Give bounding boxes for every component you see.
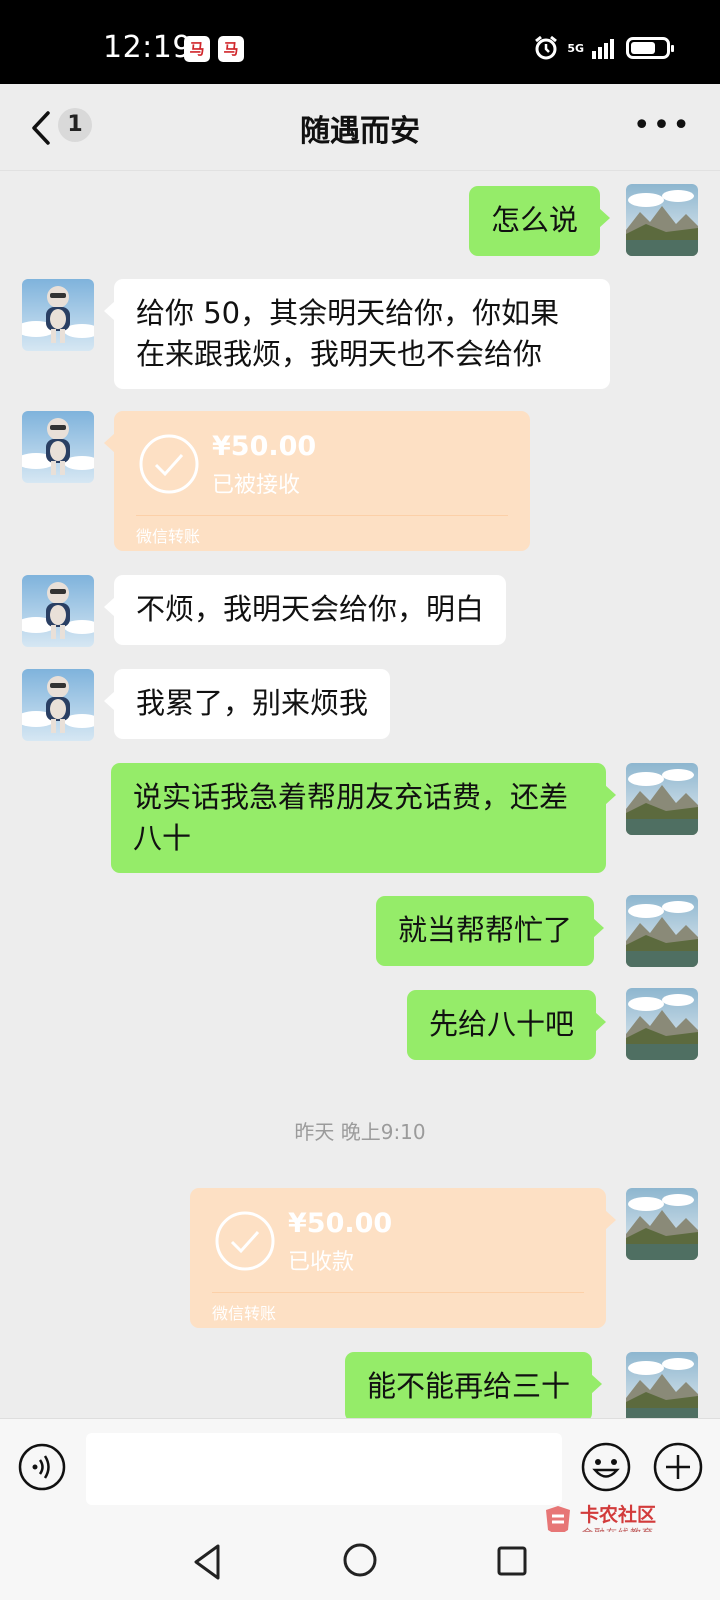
transfer-card[interactable]: ¥50.00 已收款 微信转账 (190, 1188, 616, 1328)
emoji-icon[interactable] (580, 1441, 632, 1493)
notification-icon: 马 (184, 36, 210, 62)
my-avatar[interactable] (626, 763, 698, 835)
incoming-message[interactable]: 不烦，我明天会给你，明白 (103, 575, 507, 645)
transfer-status: 已收款 (288, 1250, 355, 1275)
chat-timestamp: 昨天 晚上9:10 (294, 1120, 426, 1144)
outgoing-message[interactable]: 先给八十吧 (407, 990, 607, 1060)
more-dots-icon[interactable]: ••• (633, 108, 692, 143)
contact-avatar[interactable] (22, 575, 94, 647)
my-avatar[interactable] (626, 1188, 698, 1260)
outgoing-message[interactable]: 怎么说 (469, 186, 611, 256)
chat-title: 随遇而安 (300, 114, 420, 149)
my-avatar[interactable] (626, 1352, 698, 1424)
system-nav-bar (0, 1532, 720, 1600)
chat-header: 1 随遇而安 ••• (0, 84, 720, 171)
check-circle-icon (139, 434, 199, 494)
transfer-amount: ¥50.00 (288, 1208, 393, 1239)
transfer-label: 微信转账 (212, 1304, 277, 1323)
contact-avatar[interactable] (22, 279, 94, 351)
nav-back-icon[interactable] (190, 1542, 224, 1582)
check-circle-icon (215, 1211, 275, 1271)
message-input[interactable] (86, 1433, 562, 1505)
voice-icon[interactable] (18, 1443, 66, 1491)
contact-avatar[interactable] (22, 411, 94, 483)
my-avatar[interactable] (626, 895, 698, 967)
my-avatar[interactable] (626, 988, 698, 1060)
transfer-divider (136, 515, 508, 516)
watermark-name: 卡农社区 (580, 1504, 657, 1526)
incoming-message[interactable]: 给你 50，其余明天给你，你如果在来跟我烦，我明天也不会给你 (104, 279, 610, 389)
contact-avatar[interactable] (22, 669, 94, 741)
outgoing-message[interactable]: 能不能再给三十 (345, 1352, 603, 1422)
nav-recents-icon[interactable] (495, 1544, 529, 1578)
nav-home-icon[interactable] (342, 1542, 378, 1578)
my-avatar[interactable] (626, 184, 698, 256)
battery-icon (626, 37, 674, 59)
transfer-status: 已被接收 (212, 473, 301, 498)
plus-icon[interactable] (652, 1441, 704, 1493)
transfer-divider (212, 1292, 584, 1293)
signal-icon (592, 37, 614, 59)
outgoing-message[interactable]: 说实话我急着帮朋友充话费，还差八十 (111, 763, 616, 873)
status-time: 12:19 (103, 30, 192, 65)
status-bar: 12:19 马 马 5G (0, 0, 720, 84)
status-indicators: 5G (533, 30, 674, 66)
incoming-message[interactable]: 我累了，别来烦我 (103, 669, 391, 739)
transfer-amount: ¥50.00 (212, 431, 317, 462)
transfer-label: 微信转账 (136, 527, 201, 546)
alarm-icon (535, 35, 558, 60)
transfer-card[interactable]: ¥50.00 已被接收 微信转账 (104, 411, 530, 551)
outgoing-message[interactable]: 就当帮帮忙了 (376, 896, 605, 966)
network-type: 5G (567, 41, 584, 55)
notification-icon: 马 (218, 36, 244, 62)
